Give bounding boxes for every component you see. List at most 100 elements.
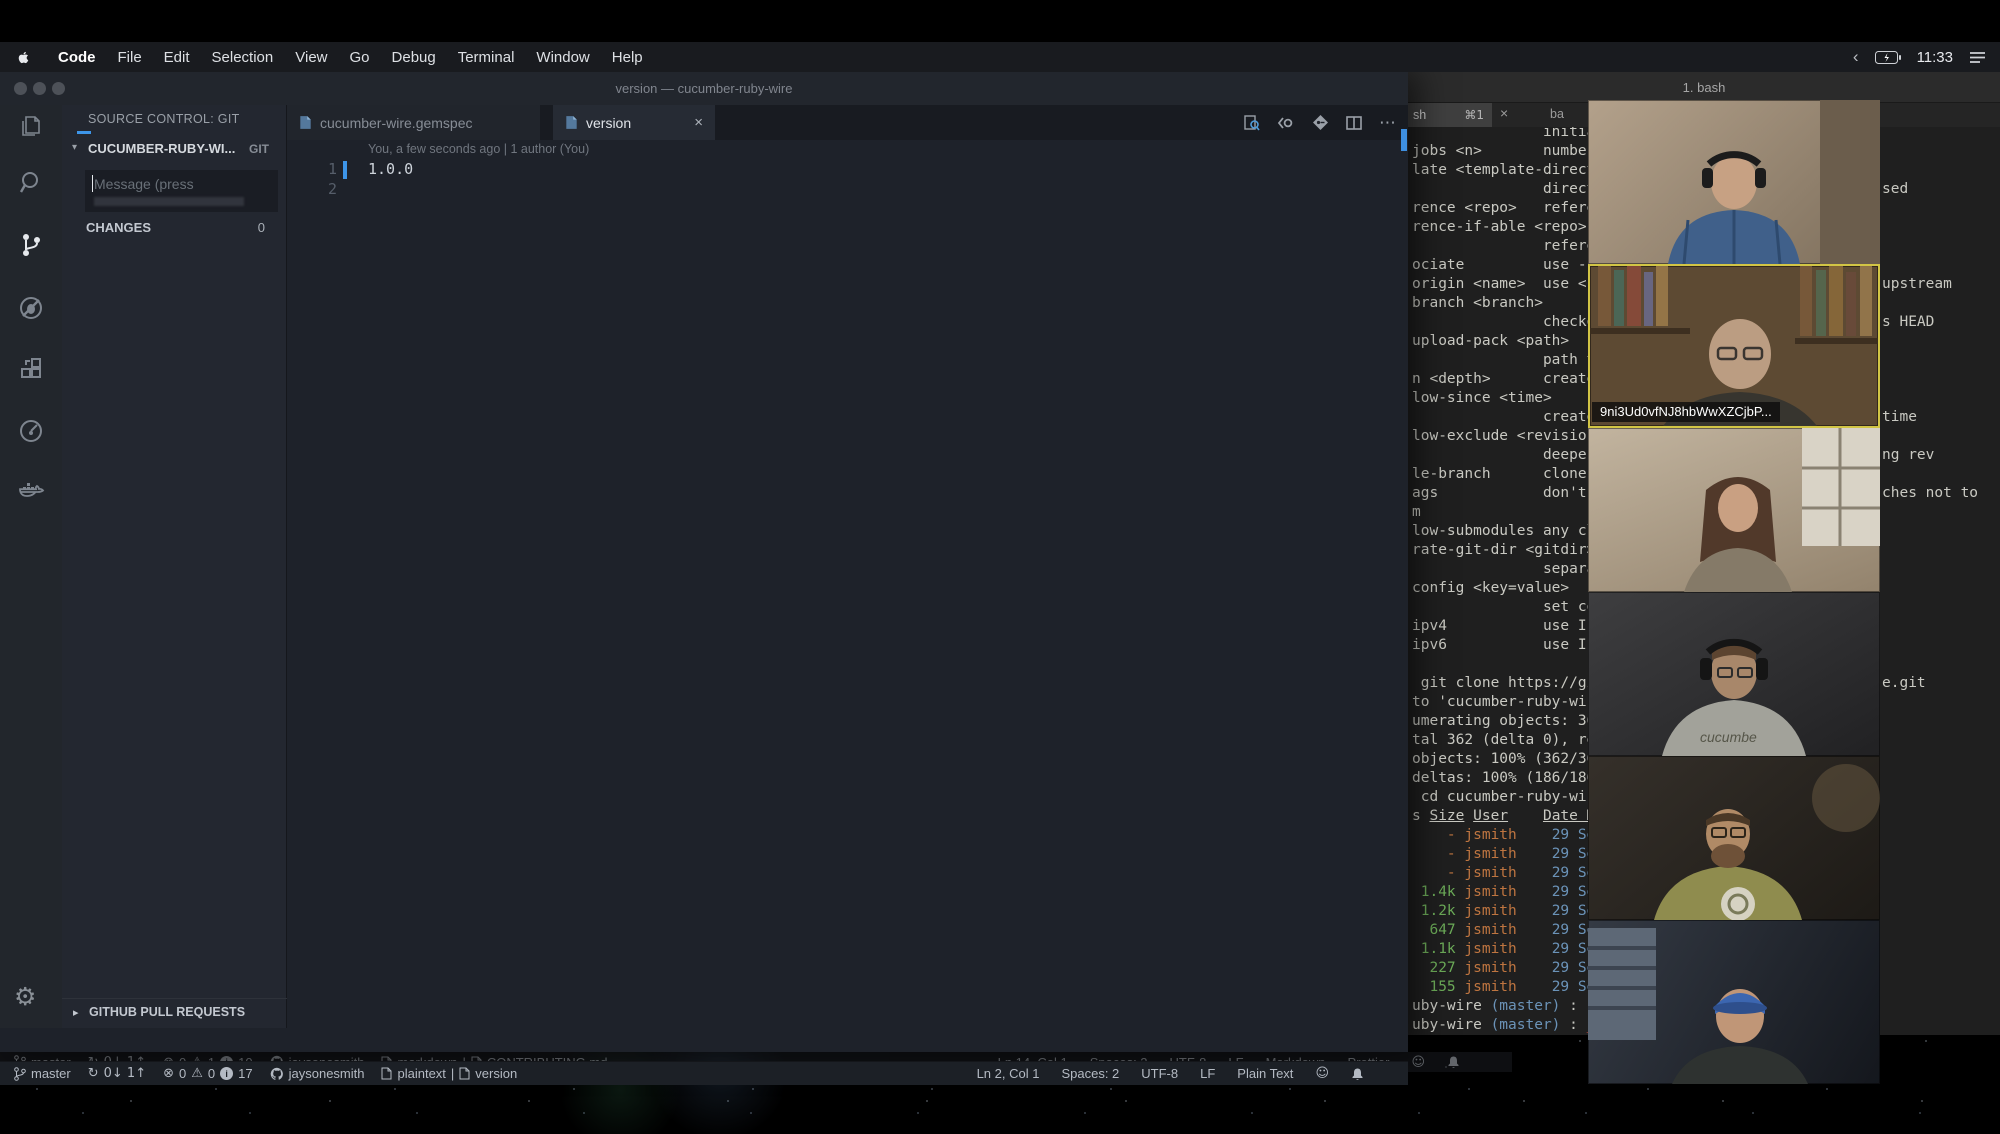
status-bar: master ↻ 0↓ 1↑ ⊗ 0 ⚠ 0 i 17 jaysonesmith… [0,1061,1408,1085]
terminal-tab-label: sh [1413,108,1427,122]
collapse-twistie-icon[interactable]: ▾ [72,142,77,153]
terminal-tab-close-icon[interactable]: × [1500,105,1508,121]
menu-item-selection[interactable]: Selection [201,49,285,66]
cursor-position[interactable]: Ln 2, Col 1 [977,1066,1040,1081]
terminal-tab-bash[interactable]: sh ⌘1 [1408,103,1492,127]
changes-count: 0 [257,220,265,235]
notifications-bell-icon[interactable] [1447,1055,1460,1069]
code-line-1[interactable]: 1 1.0.0 [287,160,1408,180]
account-name: jaysonesmith [288,1066,365,1081]
open-changes-icon[interactable] [1312,114,1329,131]
webcam-image [1588,928,1808,1084]
participant-name-label: 9ni3Ud0vfNJ8hbWwXZCjbP... [1592,402,1780,422]
commit-message-input[interactable]: Message (press [85,170,278,212]
participant-video-2-active-speaker[interactable]: 9ni3Ud0vfNJ8hbWwXZCjbP... [1588,264,1880,428]
sync-indicator[interactable]: ↻ 0↓ 1↑ [88,1066,146,1081]
file-icon [459,1067,470,1080]
info-icon: i [220,1067,234,1080]
settings-gear-icon[interactable]: ⚙ [14,982,36,1011]
eol[interactable]: LF [1200,1066,1215,1081]
menu-item-code[interactable]: Code [47,49,107,66]
notifications-bell-icon[interactable] [1351,1067,1364,1081]
overview-ruler-mark [1401,129,1407,151]
branch-name: master [31,1066,71,1081]
debug-disabled-icon[interactable] [17,294,45,322]
source-control-sidebar: SOURCE CONTROL: GIT ▾ CUCUMBER-RUBY-WI..… [62,105,287,1028]
section-chevron-icon: ▸ [73,1007,79,1019]
menu-extra-chevron-icon[interactable]: ‹ [1853,47,1859,67]
line-number: 1 [327,160,337,178]
menu-item-window[interactable]: Window [525,49,600,66]
branch-indicator[interactable]: master [14,1066,71,1081]
search-editor-icon[interactable] [1243,114,1260,131]
codelens-annotation[interactable]: You, a few seconds ago | 1 author (You) [368,142,589,156]
sidebar-header: SOURCE CONTROL: GIT [88,112,240,126]
scm-progress-indicator [77,131,91,134]
file-icon [300,116,311,129]
menu-item-file[interactable]: File [107,49,153,66]
repo-row[interactable]: ▾ CUCUMBER-RUBY-WI... GIT [62,141,287,159]
svg-text:cucumbe: cucumbe [1700,729,1757,745]
repo-provider-badge: GIT [249,142,269,156]
account-indicator[interactable]: jaysonesmith [270,1066,365,1081]
participant-video-3[interactable] [1588,428,1880,592]
menu-item-help[interactable]: Help [601,49,654,66]
code-line-2[interactable]: 2 [287,180,1408,200]
editor-toolbar: ⋯ [1243,105,1396,140]
split-editor-icon[interactable] [1346,115,1362,130]
window-title: version — cucumber-ruby-wire [615,81,793,96]
menu-item-go[interactable]: Go [339,49,381,66]
text-cursor [92,175,93,192]
terminal-output: initia jobs <n> number late <template-dire… [1412,127,1605,1033]
problems-indicator[interactable]: ⊗ 0 ⚠ 0 i 17 [163,1066,253,1081]
participant-video-6[interactable] [1588,920,1880,1084]
terminal-tab-next[interactable]: ba [1550,107,1564,121]
search-icon[interactable] [17,168,45,196]
menu-item-debug[interactable]: Debug [381,49,447,66]
participant-video-4[interactable]: cucumbe [1588,592,1880,756]
separator: | [450,1066,455,1081]
gitlens-file-indicator[interactable]: plaintext | version [381,1066,517,1081]
apple-menu-icon[interactable] [16,49,31,66]
battery-icon[interactable] [1874,50,1901,64]
window-close-button[interactable] [14,82,27,95]
sync-icon: ↻ [87,1066,99,1081]
encoding[interactable]: UTF-8 [1141,1066,1178,1081]
menu-item-view[interactable]: View [284,49,338,66]
participant-video-1[interactable] [1588,100,1880,264]
notification-center-icon[interactable] [1969,51,1986,64]
menu-item-terminal[interactable]: Terminal [447,49,526,66]
sync-counts: 0↓ 1↑ [103,1066,147,1081]
more-actions-icon[interactable]: ⋯ [1379,113,1396,133]
terminal-title-bar[interactable]: 1. bash [1408,72,2000,103]
github-pull-requests-section[interactable]: ▸ GITHUB PULL REQUESTS [62,998,287,1028]
docker-icon[interactable] [17,477,45,505]
github-icon [270,1067,283,1080]
language-id: plaintext [397,1066,446,1081]
git-branch-icon [14,1066,26,1081]
feedback-smiley-icon[interactable]: ☺ [1411,1055,1425,1070]
menu-item-edit[interactable]: Edit [153,49,201,66]
github-pull-requests-icon[interactable] [17,417,45,445]
open-preview-icon[interactable] [1277,116,1295,130]
tab-label: cucumber-wire.gemspec [320,114,473,131]
webcam-image: cucumbe [1662,638,1806,756]
menu-bar-clock[interactable]: 11:33 [1917,49,1953,66]
explorer-icon[interactable] [17,113,45,141]
language-mode[interactable]: Plain Text [1237,1066,1293,1081]
warning-icon: ⚠ [191,1066,203,1081]
feedback-smiley-icon[interactable]: ☺ [1315,1066,1329,1081]
tab-close-icon[interactable]: × [694,114,703,131]
vscode-title-bar[interactable]: version — cucumber-ruby-wire [0,72,1408,105]
indentation[interactable]: Spaces: 2 [1061,1066,1119,1081]
extensions-icon[interactable] [17,357,45,385]
terminal-window-title: 1. bash [1682,79,1726,95]
window-zoom-button[interactable] [52,82,65,95]
source-control-icon[interactable] [17,231,45,259]
changes-section-row[interactable]: CHANGES 0 [62,220,287,240]
tab-version[interactable]: version × [553,105,715,140]
participant-video-5[interactable] [1588,756,1880,920]
terminal-output-right: sed upstream s HEAD time ng rev ches not… [1882,181,1979,691]
window-minimize-button[interactable] [33,82,46,95]
tab-cucumber-wire-gemspec[interactable]: cucumber-wire.gemspec [287,105,540,140]
